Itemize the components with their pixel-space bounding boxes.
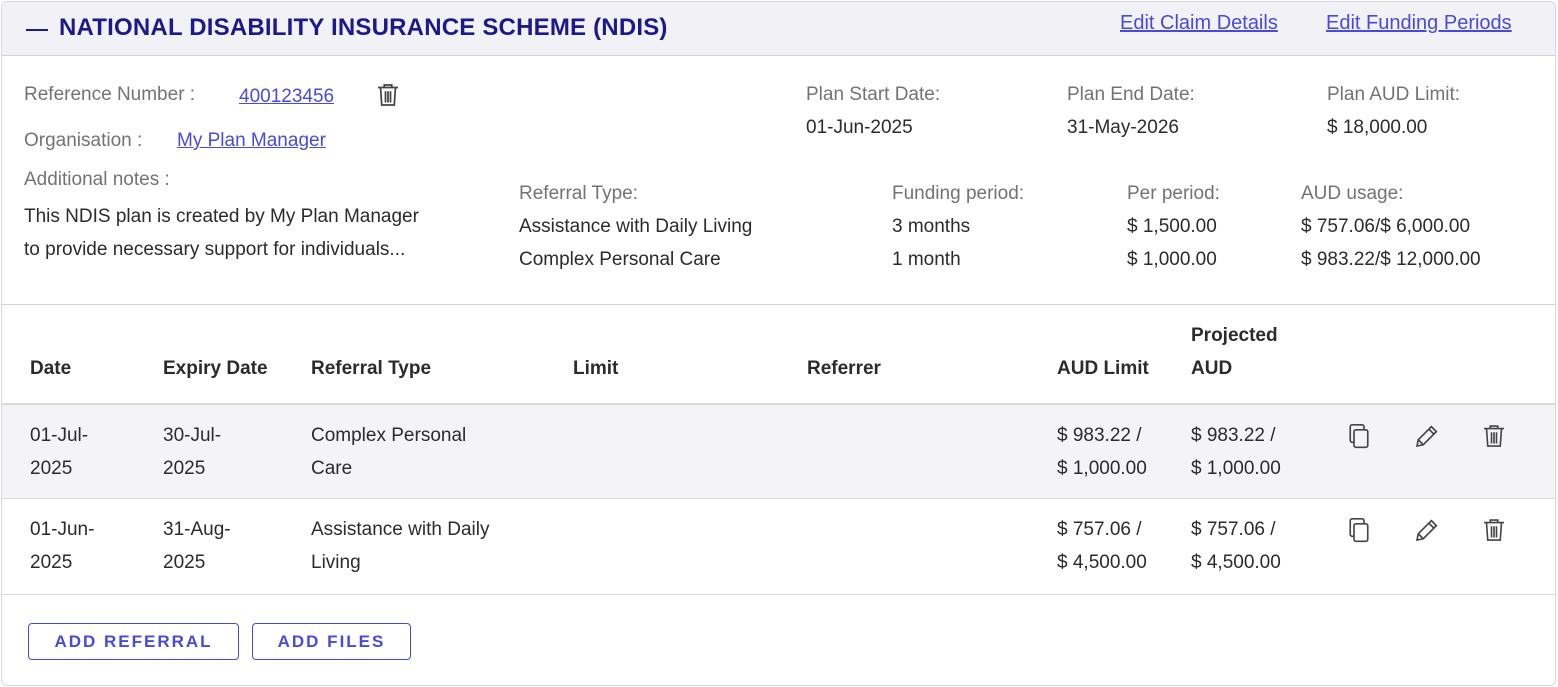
trash-icon[interactable] bbox=[1479, 515, 1509, 545]
card-header: NATIONAL DISABILITY INSURANCE SCHEME (ND… bbox=[2, 2, 1555, 56]
plan-aud-limit-value: $ 18,000.00 bbox=[1327, 117, 1428, 138]
reference-number-link[interactable]: 400123456 bbox=[239, 86, 334, 108]
expiry-date-cell: 30-Jul- 2025 bbox=[163, 419, 221, 485]
funding-referral-type-header: Referral Type: bbox=[519, 183, 638, 204]
referral-type-text: Living bbox=[311, 552, 361, 573]
aud-limit-text: $ 4,500.00 bbox=[1057, 552, 1147, 573]
organisation-label: Organisation : bbox=[24, 130, 143, 151]
column-header-aud-limit: AUD Limit bbox=[1057, 358, 1149, 379]
date-text: 01-Jul- bbox=[30, 425, 89, 446]
reference-number-label: Reference Number : bbox=[24, 84, 196, 105]
ndis-claim-card: NATIONAL DISABILITY INSURANCE SCHEME (ND… bbox=[1, 1, 1556, 686]
expiry-date-cell: 31-Aug- 2025 bbox=[163, 513, 231, 579]
expiry-text: 2025 bbox=[163, 552, 206, 573]
projected-aud-text: $ 1,000.00 bbox=[1191, 458, 1281, 479]
column-header-projected-aud: AUD bbox=[1191, 358, 1233, 379]
referral-type-text: Assistance with Daily bbox=[311, 519, 490, 540]
plan-start-date-label: Plan Start Date: bbox=[806, 84, 941, 105]
funding-referral-type: Complex Personal Care bbox=[519, 249, 721, 270]
aud-usage: $ 983.22/$ 12,000.00 bbox=[1301, 249, 1481, 270]
referral-type-text: Complex Personal bbox=[311, 425, 467, 446]
date-text: 2025 bbox=[30, 458, 73, 479]
date-text: 2025 bbox=[30, 552, 73, 573]
copy-icon[interactable] bbox=[1344, 515, 1374, 545]
pencil-icon[interactable] bbox=[1412, 515, 1442, 545]
aud-limit-text: $ 983.22 / bbox=[1057, 425, 1142, 446]
per-period-amount: $ 1,500.00 bbox=[1127, 216, 1217, 237]
date-cell: 01-Jun- 2025 bbox=[30, 513, 94, 579]
column-header-referrer: Referrer bbox=[807, 358, 881, 379]
funding-referral-type: Assistance with Daily Living bbox=[519, 216, 753, 237]
referral-type-cell: Complex Personal Care bbox=[311, 419, 466, 485]
trash-icon[interactable] bbox=[1479, 421, 1509, 451]
expiry-text: 31-Aug- bbox=[163, 519, 231, 540]
card-title: NATIONAL DISABILITY INSURANCE SCHEME (ND… bbox=[59, 14, 668, 41]
delete-reference-trash-icon[interactable] bbox=[373, 80, 401, 108]
funding-period: 1 month bbox=[892, 249, 961, 270]
expiry-text: 30-Jul- bbox=[163, 425, 222, 446]
plan-aud-limit-label: Plan AUD Limit: bbox=[1327, 84, 1461, 105]
pencil-icon[interactable] bbox=[1412, 421, 1442, 451]
aud-limit-cell: $ 757.06 / $ 4,500.00 bbox=[1057, 513, 1147, 579]
column-header-projected: Projected bbox=[1191, 325, 1278, 346]
plan-start-date-value: 01-Jun-2025 bbox=[806, 117, 913, 138]
edit-funding-periods-link[interactable]: Edit Funding Periods bbox=[1326, 12, 1512, 35]
referral-type-cell: Assistance with Daily Living bbox=[311, 513, 489, 579]
projected-aud-text: $ 757.06 / bbox=[1191, 519, 1276, 540]
per-period-header: Per period: bbox=[1127, 183, 1220, 204]
add-files-button[interactable]: ADD FILES bbox=[252, 623, 411, 660]
date-text: 01-Jun- bbox=[30, 519, 95, 540]
per-period-amount: $ 1,000.00 bbox=[1127, 249, 1217, 270]
edit-claim-details-link[interactable]: Edit Claim Details bbox=[1120, 12, 1278, 35]
notes-line: to provide necessary support for individ… bbox=[24, 239, 406, 260]
referral-type-text: Care bbox=[311, 458, 353, 479]
additional-notes-text: This NDIS plan is created by My Plan Man… bbox=[24, 200, 500, 266]
organisation-link[interactable]: My Plan Manager bbox=[177, 130, 326, 152]
aud-limit-text: $ 757.06 / bbox=[1057, 519, 1142, 540]
column-header-date: Date bbox=[30, 358, 72, 379]
projected-aud-text: $ 983.22 / bbox=[1191, 425, 1276, 446]
aud-limit-text: $ 1,000.00 bbox=[1057, 458, 1147, 479]
table-row: 01-Jun- 2025 31-Aug- 2025 Assistance wit… bbox=[2, 499, 1555, 595]
additional-notes-label: Additional notes : bbox=[24, 169, 170, 190]
add-referral-button[interactable]: ADD REFERRAL bbox=[28, 623, 239, 660]
column-header-expiry-date: Expiry Date bbox=[163, 358, 268, 379]
notes-line: This NDIS plan is created by My Plan Man… bbox=[24, 206, 419, 227]
aud-usage-header: AUD usage: bbox=[1301, 183, 1404, 204]
projected-aud-cell: $ 757.06 / $ 4,500.00 bbox=[1191, 513, 1281, 579]
collapse-icon[interactable] bbox=[26, 29, 48, 31]
funding-period-header: Funding period: bbox=[892, 183, 1025, 204]
column-header-referral-type: Referral Type bbox=[311, 358, 432, 379]
column-header-limit: Limit bbox=[573, 358, 619, 379]
projected-aud-text: $ 4,500.00 bbox=[1191, 552, 1281, 573]
projected-aud-cell: $ 983.22 / $ 1,000.00 bbox=[1191, 419, 1281, 485]
expiry-text: 2025 bbox=[163, 458, 206, 479]
copy-icon[interactable] bbox=[1344, 421, 1374, 451]
table-row: 01-Jul- 2025 30-Jul- 2025 Complex Person… bbox=[2, 403, 1555, 499]
plan-end-date-label: Plan End Date: bbox=[1067, 84, 1195, 105]
plan-end-date-value: 31-May-2026 bbox=[1067, 117, 1179, 138]
section-divider bbox=[2, 304, 1555, 305]
aud-usage: $ 757.06/$ 6,000.00 bbox=[1301, 216, 1471, 237]
funding-period: 3 months bbox=[892, 216, 971, 237]
aud-limit-cell: $ 983.22 / $ 1,000.00 bbox=[1057, 419, 1147, 485]
date-cell: 01-Jul- 2025 bbox=[30, 419, 88, 485]
